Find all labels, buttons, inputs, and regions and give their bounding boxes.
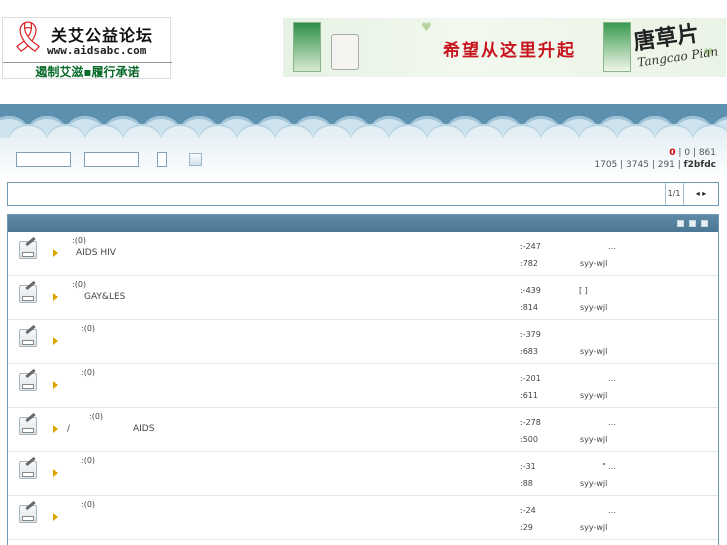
stat-newest-member[interactable]: f2bfdc (684, 160, 716, 170)
banner-ad[interactable]: ♥ ♥ 希望从这里升起 唐草片 Tangcao Pian (283, 18, 726, 77)
forum-count: :(0) (81, 368, 96, 377)
toggle-icon[interactable] (701, 220, 708, 227)
forum-desc: / AIDS (67, 424, 155, 434)
forum-topics: :-278 (520, 418, 541, 427)
expand-arrow-icon[interactable] (53, 337, 58, 345)
cloud-row (9, 124, 727, 138)
forum-posts: :29 (520, 523, 533, 532)
stats-row-1: 0 | 0 | 861 (669, 148, 716, 158)
forum-posts: :814 (520, 303, 538, 312)
forum-topics: :-31 (520, 462, 536, 471)
submit-button[interactable] (189, 153, 202, 166)
forum-topics: :-201 (520, 374, 541, 383)
logo-slogan: 遏制艾滋▪履行承诺 (3, 62, 172, 80)
forum-last-user[interactable]: syy-wjl (580, 303, 607, 312)
code-input[interactable] (157, 152, 167, 167)
logo-url: www.aidsabc.com (47, 44, 147, 57)
forum-last-user[interactable]: syy-wjl (580, 523, 607, 532)
forum-count: :(0) (81, 324, 96, 333)
medicine-box-image (603, 22, 631, 72)
medicine-bottle-image (331, 34, 359, 70)
expand-arrow-icon[interactable] (53, 249, 58, 257)
forum-last-title[interactable]: [ ] (579, 286, 621, 295)
username-input[interactable] (16, 152, 71, 167)
forum-last-title[interactable]: ... (574, 374, 616, 383)
forum-status-icon (19, 456, 37, 479)
logo-top: 🎗 关艾公益论坛 www.aidsabc.com (3, 18, 172, 60)
expand-arrow-icon[interactable] (53, 469, 58, 477)
heart-decoration-icon: ♥ (421, 20, 432, 34)
forum-count: :(0) (89, 412, 104, 421)
forum-row[interactable]: :(0) AIDS HIV :-247 :782 ... syy-wjl (8, 232, 718, 276)
banner-headline: 希望从这里升起 (443, 41, 576, 61)
forum-desc: AIDS HIV (76, 248, 116, 258)
red-ribbon-icon: 🎗 (9, 20, 48, 55)
site-logo[interactable]: 🎗 关艾公益论坛 www.aidsabc.com 遏制艾滋▪履行承诺 (2, 17, 172, 80)
pager-bar: 1/1 ◂ ▸ (7, 182, 719, 206)
forum-posts: :782 (520, 259, 538, 268)
forum-row[interactable]: :(0) :-31 :88 " ... syy-wjl (8, 452, 718, 496)
forum-last-user[interactable]: syy-wjl (580, 391, 607, 400)
stat-posts: 3745 (626, 160, 649, 170)
forum-status-icon (19, 500, 37, 523)
stat-members: 291 (657, 160, 675, 170)
stats-row-2: 1705 | 3745 | 291 | f2bfdc (594, 160, 716, 170)
forum-posts: :88 (520, 479, 533, 488)
forum-desc: GAY&LES (84, 292, 126, 302)
forum-last-user[interactable]: syy-wjl (580, 259, 607, 268)
forum-list: :(0) AIDS HIV :-247 :782 ... syy-wjl :(0… (7, 214, 719, 545)
forum-last-user[interactable]: syy-wjl (580, 435, 607, 444)
page-nav-arrows[interactable]: ◂ ▸ (683, 183, 718, 205)
forum-topics: :-439 (520, 286, 541, 295)
forum-last-title[interactable]: " ... (574, 462, 616, 471)
forum-row[interactable]: :(0) GAY&LES :-439 :814 [ ] syy-wjl (8, 276, 718, 320)
logo-name: 关艾公益论坛 (51, 26, 154, 45)
forum-last-user[interactable]: syy-wjl (580, 479, 607, 488)
forum-last-user[interactable]: syy-wjl (580, 347, 607, 356)
forum-last-title[interactable]: ... (574, 242, 616, 251)
forum-count: :(0) (72, 236, 87, 245)
cloud-banner (0, 104, 727, 138)
forum-last-title[interactable]: ... (574, 506, 616, 515)
medicine-box-image (293, 22, 321, 72)
forum-status-icon (19, 280, 37, 303)
forum-posts: :683 (520, 347, 538, 356)
forum-last-title[interactable]: ... (574, 418, 616, 427)
expand-arrow-icon[interactable] (53, 425, 58, 433)
forum-count: :(0) (81, 500, 96, 509)
stat-yesterday: 0 (684, 148, 691, 158)
expand-arrow-icon[interactable] (53, 381, 58, 389)
forum-posts: :611 (520, 391, 538, 400)
forum-topics: :-24 (520, 506, 536, 515)
stat-today: 0 (669, 148, 676, 158)
forum-status-icon (19, 324, 37, 347)
forum-list-header (8, 215, 718, 232)
forum-row[interactable]: :(0) :-379 :683 syy-wjl (8, 320, 718, 364)
stat-max: 861 (698, 148, 716, 158)
forum-topics: :-379 (520, 330, 541, 339)
expand-arrow-icon[interactable] (53, 293, 58, 301)
stat-topics: 1705 (594, 160, 618, 170)
page-indicator: 1/1 (665, 183, 682, 205)
forum-status-icon (19, 368, 37, 391)
expand-icon[interactable] (689, 220, 696, 227)
forum-count: :(0) (81, 456, 96, 465)
forum-posts: :500 (520, 435, 538, 444)
forum-row[interactable]: :(0) :-201 :611 ... syy-wjl (8, 364, 718, 408)
forum-topics: :-247 (520, 242, 541, 251)
forum-status-icon (19, 236, 37, 259)
forum-status-icon (19, 412, 37, 435)
forum-count: :(0) (72, 280, 87, 289)
forum-row[interactable]: :(0) / AIDS :-278 :500 ... syy-wjl (8, 408, 718, 452)
collapse-icon[interactable] (677, 220, 684, 227)
expand-arrow-icon[interactable] (53, 513, 58, 521)
password-input[interactable] (84, 152, 139, 167)
forum-row[interactable]: :(0) :-24 :29 ... syy-wjl (8, 496, 718, 540)
